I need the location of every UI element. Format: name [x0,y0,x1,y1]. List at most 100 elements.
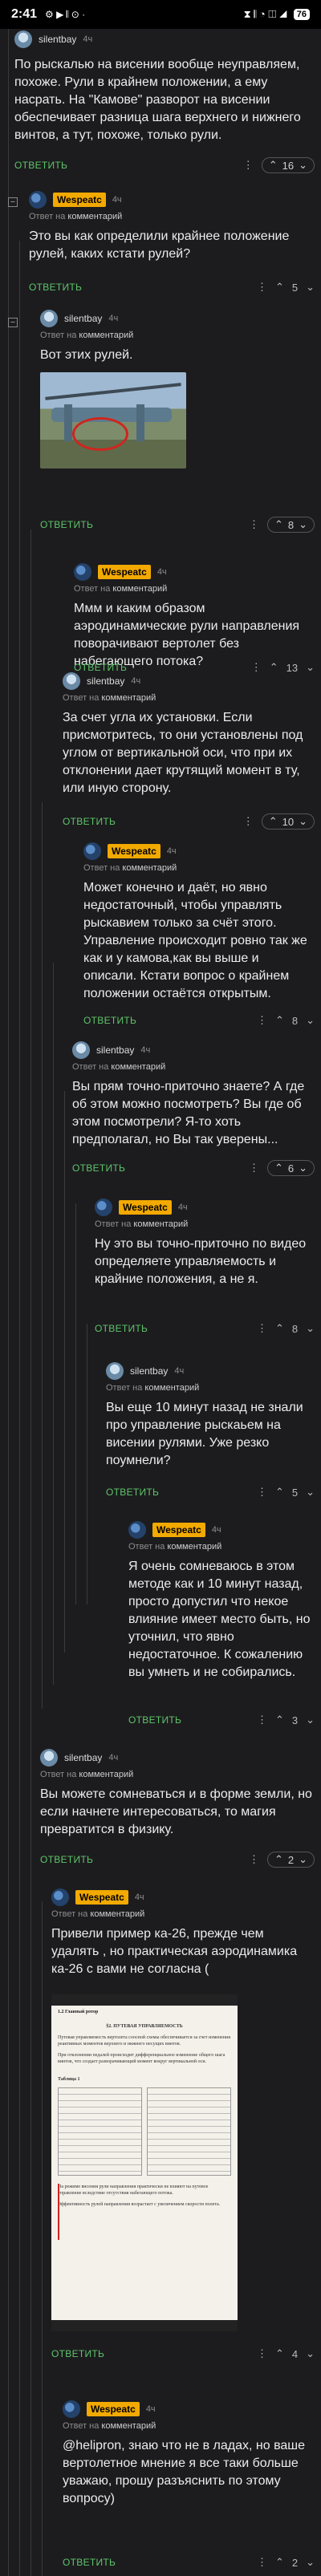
comment-author[interactable]: silentbay [39,34,76,45]
upvote-icon[interactable]: ⌃ [274,518,283,531]
more-icon[interactable]: ⋮ [257,1486,267,1499]
downvote-icon[interactable]: ⌄ [299,1853,307,1866]
upvote-icon[interactable]: ⌃ [275,1486,284,1499]
avatar[interactable] [74,563,91,581]
upvote-icon[interactable]: ⌃ [274,1853,283,1866]
downvote-icon[interactable]: ⌄ [306,281,315,294]
more-icon[interactable]: ⋮ [249,1853,259,1866]
more-icon[interactable]: ⋮ [249,1162,259,1174]
avatar[interactable] [72,1041,90,1059]
more-icon[interactable]: ⋮ [257,1322,267,1335]
comment-author[interactable]: silentbay [130,1365,168,1377]
reply-button[interactable]: ОТВЕТИТЬ [128,1714,181,1726]
avatar[interactable] [51,1888,69,1906]
upvote-icon[interactable]: ⌃ [275,2556,284,2569]
collapse-toggle[interactable]: − [8,318,18,327]
reply-button[interactable]: ОТВЕТИТЬ [72,1162,125,1174]
thread-line[interactable] [42,1901,43,2576]
doc-table [58,2087,142,2176]
upvote-icon[interactable]: ⌃ [275,1014,284,1027]
reply-button[interactable]: ОТВЕТИТЬ [29,282,82,293]
rating-widget[interactable]: ⌃ 2 ⌄ [266,1852,315,1868]
comment-author[interactable]: Wespeatc [53,193,106,207]
more-icon[interactable]: ⋮ [243,159,254,172]
rating-widget[interactable]: ⌃ 8 ⌄ [266,517,315,533]
downvote-icon[interactable]: ⌄ [306,2556,315,2569]
comment-author[interactable]: silentbay [64,1752,102,1763]
avatar[interactable] [128,1521,146,1539]
thread-line[interactable] [42,802,43,1709]
reply-button[interactable]: ОТВЕТИТЬ [95,1323,148,1334]
upvote-icon[interactable]: ⌃ [275,281,284,294]
downvote-icon[interactable]: ⌄ [306,1322,315,1335]
rating-widget[interactable]: ⌃ 6 ⌄ [266,1160,315,1176]
downvote-icon[interactable]: ⌄ [306,1486,315,1499]
comment-author[interactable]: Wespeatc [119,1200,172,1215]
avatar[interactable] [95,1199,112,1216]
reply-button[interactable]: ОТВЕТИТЬ [83,1015,136,1026]
comment-time: 4ч [177,1203,188,1212]
downvote-icon[interactable]: ⌄ [306,1014,315,1027]
reply-button[interactable]: ОТВЕТИТЬ [63,2557,116,2568]
avatar[interactable] [40,1749,58,1767]
reply-button[interactable]: ОТВЕТИТЬ [63,816,116,827]
rating-widget[interactable]: ⌃ 10 ⌄ [261,813,315,830]
upvote-icon[interactable]: ⌃ [275,1322,284,1335]
downvote-icon[interactable]: ⌄ [306,1714,315,1726]
avatar[interactable] [63,672,80,690]
thread-line[interactable] [8,29,9,2576]
downvote-icon[interactable]: ⌄ [299,159,307,172]
more-icon[interactable]: ⋮ [249,518,259,531]
downvote-icon[interactable]: ⌄ [306,2347,315,2360]
comment: silentbay 4ч По рыскалью на висении вообщ… [14,29,315,173]
upvote-icon[interactable]: ⌃ [275,1714,284,1726]
thread-line[interactable] [53,963,54,1685]
comment-author[interactable]: silentbay [87,675,124,687]
thread-line[interactable] [19,241,20,2576]
more-icon[interactable]: ⋮ [257,1714,267,1726]
more-icon[interactable]: ⋮ [243,815,254,828]
comment-text: Вот этих рулей. [40,348,133,362]
more-icon[interactable]: ⋮ [257,1014,267,1027]
comment-author[interactable]: silentbay [96,1045,134,1056]
thread-line[interactable] [75,1203,76,1604]
comment-text: Может конечно и даёт, но явно недостаточ… [83,881,307,1000]
downvote-icon[interactable]: ⌄ [299,815,307,828]
thread-line[interactable] [64,1091,65,1653]
document-screenshot[interactable]: 1.2 Главный ротор §2. ПУТЕВАЯ УПРАВЛЯЕМО… [51,1994,238,2331]
comment-author[interactable]: Wespeatc [98,565,151,579]
rating-value: 8 [291,1014,299,1027]
avatar[interactable] [29,191,47,209]
comment-text: Вы прям точно-приточно знаете? А где об … [72,1080,305,1146]
avatar[interactable] [106,1362,124,1380]
more-icon[interactable]: ⋮ [257,281,267,294]
upvote-icon[interactable]: ⌃ [269,815,278,828]
reply-button[interactable]: ОТВЕТИТЬ [14,160,67,171]
more-icon[interactable]: ⋮ [257,2556,267,2569]
upvote-icon[interactable]: ⌃ [275,2347,284,2360]
reply-button[interactable]: ОТВЕТИТЬ [40,519,93,530]
thread-line[interactable] [30,529,31,2576]
downvote-icon[interactable]: ⌄ [299,1162,307,1174]
comment-author[interactable]: Wespeatc [87,2402,140,2416]
upvote-icon[interactable]: ⌃ [274,1162,283,1174]
downvote-icon[interactable]: ⌄ [299,518,307,531]
avatar[interactable] [14,30,32,48]
avatar[interactable] [40,310,58,327]
helicopter-photo[interactable] [40,372,186,469]
rating-value: 8 [291,1322,299,1335]
comment: Wespeatc 4ч Ответ на комментарий Ну это в… [95,1197,315,1341]
comment-author[interactable]: Wespeatc [75,1890,128,1905]
comment-author[interactable]: silentbay [64,313,102,324]
reply-button[interactable]: ОТВЕТИТЬ [51,2348,104,2359]
avatar[interactable] [63,2400,80,2418]
comment-author[interactable]: Wespeatc [108,844,160,858]
upvote-icon[interactable]: ⌃ [269,159,278,172]
comment-author[interactable]: Wespeatc [152,1523,205,1537]
avatar[interactable] [83,842,101,860]
reply-button[interactable]: ОТВЕТИТЬ [106,1487,159,1498]
collapse-toggle[interactable]: − [8,197,18,207]
more-icon[interactable]: ⋮ [257,2347,267,2360]
rating-widget[interactable]: ⌃ 16 ⌄ [261,157,315,173]
reply-button[interactable]: ОТВЕТИТЬ [40,1854,93,1865]
